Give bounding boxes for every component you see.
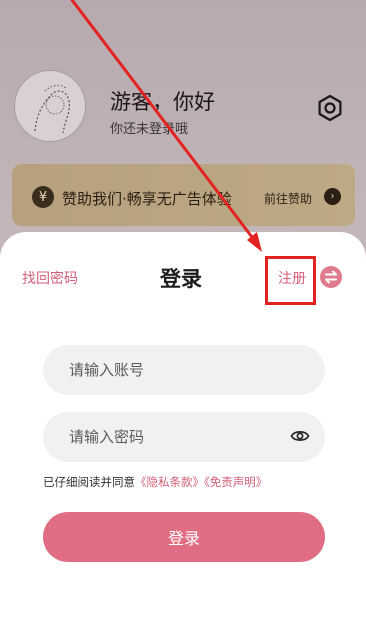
password-input[interactable] — [43, 412, 325, 462]
login-title: 登录 — [160, 267, 202, 291]
chevron-right-icon: › — [324, 188, 341, 205]
swap-icon[interactable] — [320, 266, 342, 288]
agreement-prefix: 已仔细阅读并同意 — [43, 475, 135, 489]
show-password-icon — [290, 430, 310, 442]
swap-arrows-icon — [325, 270, 337, 284]
sponsor-link[interactable]: 前往赞助 — [264, 190, 312, 207]
privacy-terms-link[interactable]: 《隐私条款》 — [135, 475, 204, 489]
status-bar — [0, 0, 366, 14]
disclaimer-link[interactable]: 《免责声明》 — [204, 475, 267, 489]
greeting-text: 游客，你好 — [110, 90, 215, 114]
settings-button[interactable] — [316, 94, 344, 122]
login-sheet: 找回密码 登录 注册 已仔细阅读并同意《隐私条款》《免责声明》 登录 — [0, 232, 366, 623]
user-avatar-icon — [34, 84, 70, 134]
forgot-password-link[interactable]: 找回密码 — [22, 268, 78, 288]
sponsor-text: 赞助我们·畅享无广告体验 — [62, 190, 232, 208]
annotation-highlight-box — [265, 256, 316, 305]
login-button[interactable]: 登录 — [43, 512, 325, 562]
agreement-row: 已仔细阅读并同意《隐私条款》《免责声明》 — [43, 474, 267, 490]
avatar[interactable] — [14, 70, 86, 142]
account-input[interactable] — [43, 345, 325, 395]
login-status-text: 你还未登录哦 — [110, 122, 189, 137]
yen-icon: ¥ — [32, 186, 54, 208]
sponsor-banner[interactable]: ¥ 赞助我们·畅享无广告体验 前往赞助 › — [12, 164, 355, 226]
eye-icon[interactable] — [290, 428, 310, 444]
gear-icon — [318, 94, 342, 122]
